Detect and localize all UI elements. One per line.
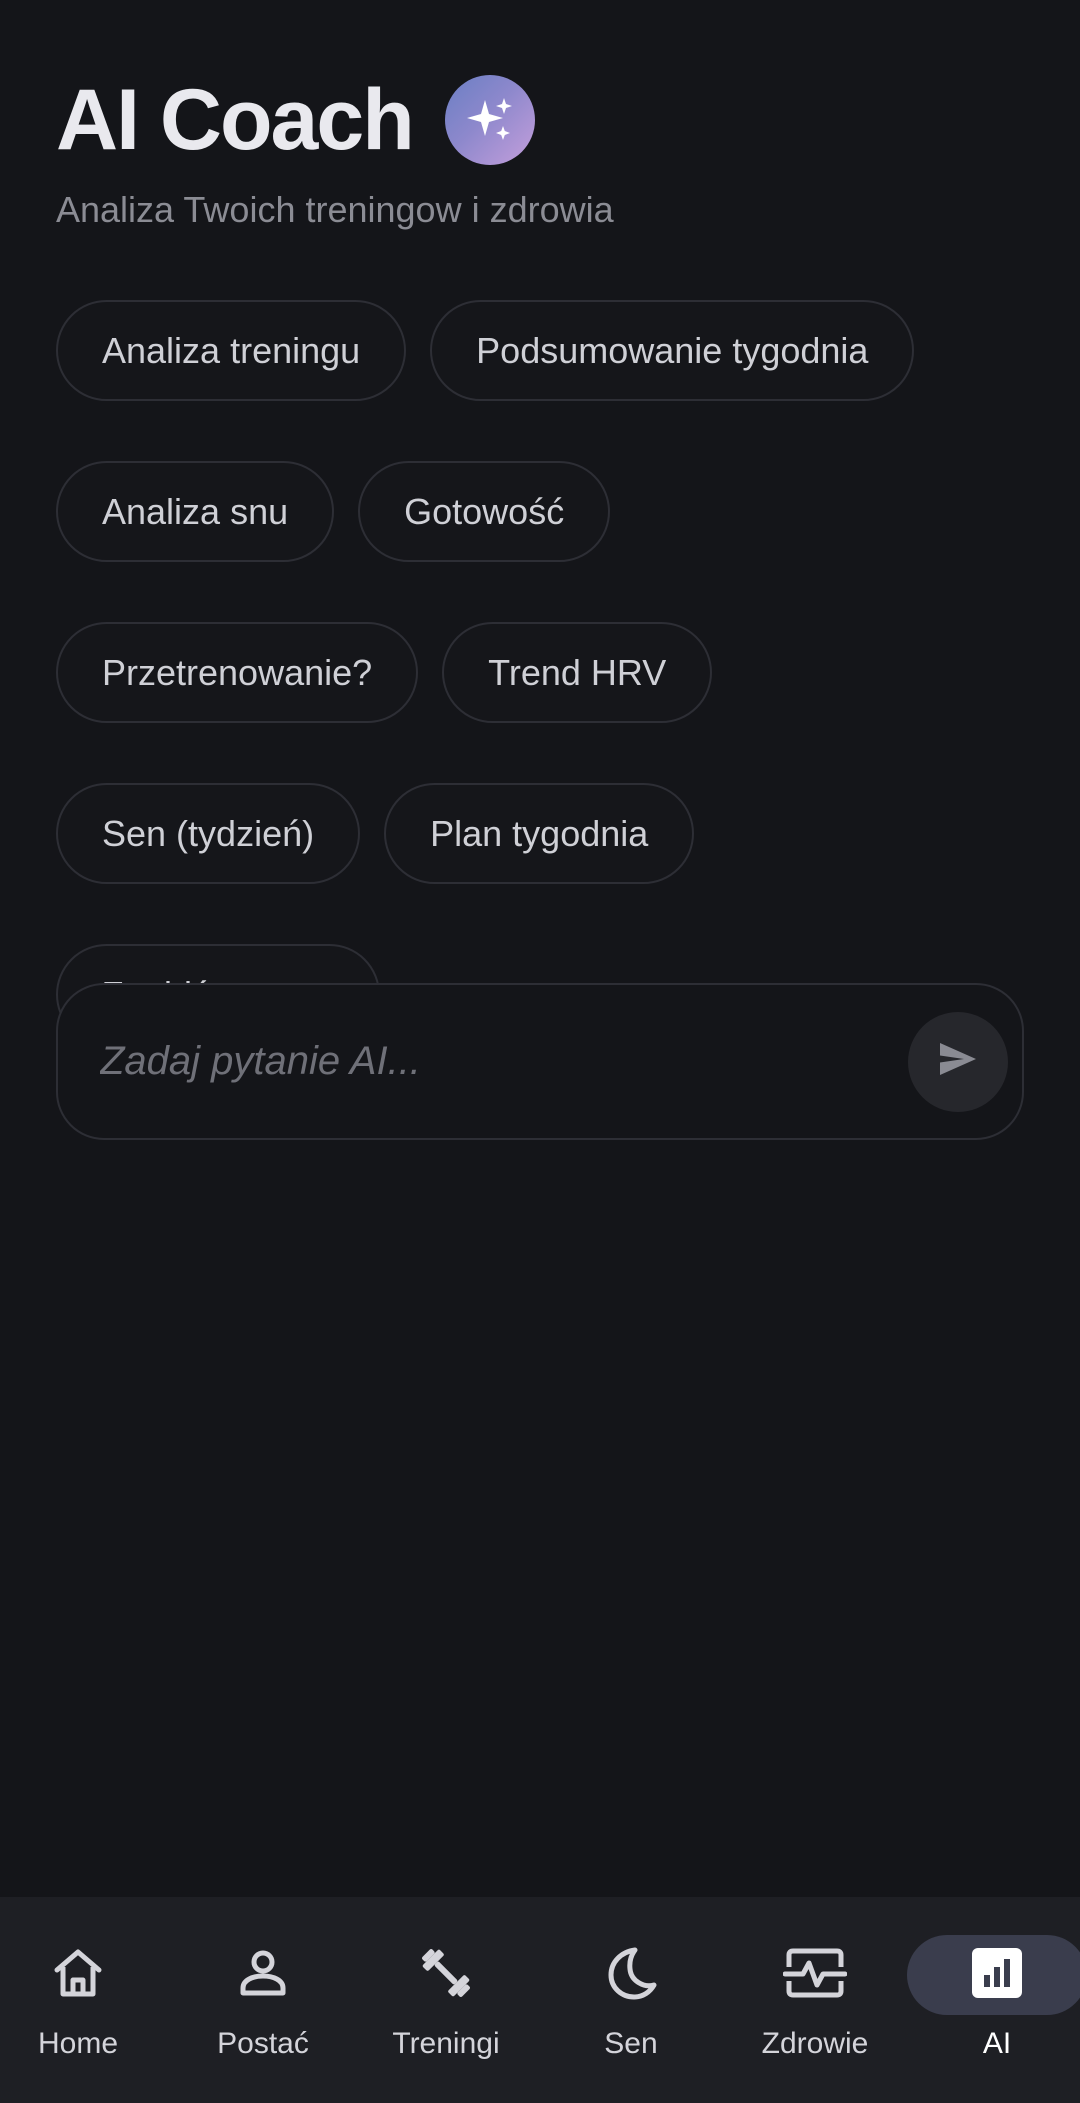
ask-ai-box (56, 983, 1024, 1140)
sparkles-icon (444, 75, 535, 165)
nav-item-ai[interactable]: AI (907, 1897, 1080, 2103)
chip-trend-hrv[interactable]: Trend HRV (442, 622, 713, 723)
dumbbell-icon (414, 1941, 478, 2010)
bar-chart-icon (969, 1945, 1025, 2006)
active-nav-pill (907, 1935, 1080, 2015)
chip-analiza-treningu[interactable]: Analiza treningu (56, 300, 407, 401)
nav-label-zdrowie: Zdrowie (761, 2027, 869, 2060)
nav-label-ai: AI (982, 2027, 1012, 2060)
nav-item-postac[interactable]: Postać (188, 1897, 338, 2103)
health-monitor-icon (782, 1943, 848, 2008)
page-subtitle: Analiza Twoich treningow i zdrowia (56, 189, 614, 230)
nav-label-sen: Sen (604, 2027, 658, 2060)
moon-icon (601, 1943, 661, 2008)
title-row: AI Coach (56, 70, 1024, 170)
nav-label-postac: Postać (217, 2027, 309, 2060)
chip-gotowosc[interactable]: Gotowość (358, 461, 611, 562)
nav-item-sen[interactable]: Sen (556, 1897, 706, 2103)
home-icon (48, 1943, 108, 2008)
chip-przetrenowanie[interactable]: Przetrenowanie? (56, 622, 419, 723)
nav-item-zdrowie[interactable]: Zdrowie (740, 1897, 890, 2103)
quick-prompt-chips: Analiza treningu Podsumowanie tygodnia A… (56, 300, 1024, 1045)
nav-item-home[interactable]: Home (3, 1897, 153, 2103)
chip-sen-tydzien[interactable]: Sen (tydzień) (56, 783, 361, 884)
chip-analiza-snu[interactable]: Analiza snu (56, 461, 335, 562)
nav-label-home: Home (37, 2027, 119, 2060)
nav-item-treningi[interactable]: Treningi (371, 1897, 521, 2103)
nav-label-treningi: Treningi (392, 2027, 500, 2060)
chip-plan-tygodnia[interactable]: Plan tygodnia (384, 783, 695, 884)
chip-podsumowanie-tygodnia[interactable]: Podsumowanie tygodnia (430, 300, 915, 401)
send-button[interactable] (908, 1011, 1008, 1112)
page-header: AI Coach Analiza Twoich treningow i zdro… (56, 70, 1024, 231)
send-icon (936, 1037, 980, 1086)
page-title: AI Coach (56, 72, 415, 168)
person-icon (233, 1943, 293, 2008)
ask-ai-input[interactable] (100, 1039, 908, 1084)
bottom-navigation: Home Postać Treningi Sen Zdrowie AI (0, 1897, 1080, 2103)
